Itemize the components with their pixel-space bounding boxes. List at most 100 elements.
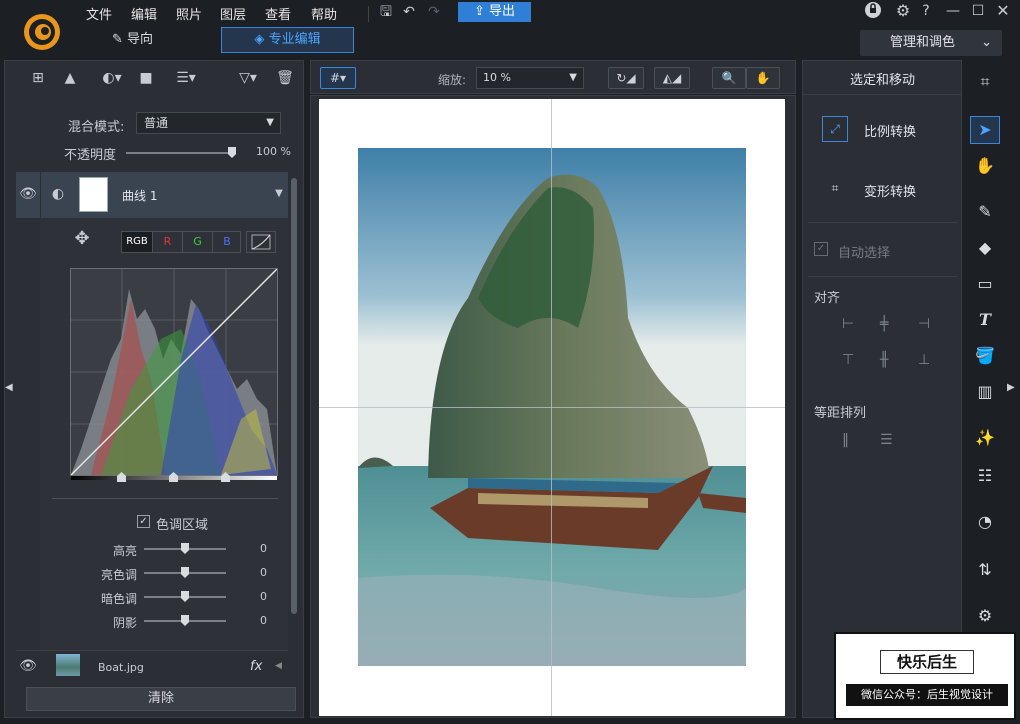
auto-select-checkbox[interactable]: ✓	[814, 242, 828, 256]
app-logo[interactable]	[22, 12, 62, 52]
redo-icon[interactable]: ↷	[424, 2, 444, 22]
crop-tool-icon[interactable]: ⌗	[966, 68, 1004, 96]
layer-expand-icon[interactable]: ▼	[272, 184, 286, 204]
distribute-horizontal-icon[interactable]: ‖	[842, 432, 849, 448]
align-right-icon[interactable]: ⊣	[918, 316, 930, 332]
adjust-layer-icon[interactable]: ◐▾	[98, 68, 126, 88]
tone-row-value: 0	[260, 590, 267, 603]
left-toolbar: ⊞ ▲ ◐▾ ■ ☰▾ ▽▾ 🗑	[16, 64, 306, 94]
tone-row-label: 亮色调	[100, 568, 137, 582]
filter-icon[interactable]: ▽▾	[234, 68, 262, 88]
eraser-tool-icon[interactable]: ◆	[966, 234, 1004, 262]
close-icon[interactable]: ✕	[993, 1, 1013, 21]
pro-edit-mode-tab[interactable]: ◈ 专业编辑	[221, 27, 354, 53]
deform-transform-icon: ⌗	[831, 181, 839, 195]
channel-rgb-tab[interactable]: RGB	[122, 232, 152, 252]
divider	[52, 498, 278, 499]
eye-icon[interactable]: 👁	[18, 184, 38, 204]
flip-button[interactable]: ◭◢	[654, 67, 690, 89]
panel-divider	[803, 94, 961, 95]
add-image-icon[interactable]: ▲	[58, 68, 82, 88]
select-tool-icon[interactable]: ➤	[970, 116, 1000, 144]
smart-brush-icon[interactable]: ✋	[966, 152, 1004, 180]
magic-wand-icon[interactable]: ✨	[966, 424, 1004, 452]
text-tool-icon[interactable]: T	[966, 306, 1004, 334]
image-layer-name: Boat.jpg	[98, 661, 144, 674]
fx-label[interactable]: fx	[250, 659, 262, 674]
channel-r-tab[interactable]: R	[152, 232, 182, 252]
wand-icon: ✎	[112, 32, 128, 47]
menu-view[interactable]: 查看	[265, 4, 291, 23]
align-top-icon[interactable]: ⊤	[842, 352, 854, 368]
rotate-button[interactable]: ↻◢	[608, 67, 644, 89]
brush-tool-icon[interactable]: ✎	[966, 198, 1004, 226]
fill-tool-icon[interactable]: 🪣	[966, 342, 1004, 370]
scale-transform-icon: ⤢	[822, 116, 848, 142]
dropdown-arrow-icon: ▼	[569, 72, 577, 83]
curve-layer-name: 曲线 1	[122, 189, 158, 203]
undo-icon[interactable]: ↶	[399, 2, 419, 22]
layer-order-icon[interactable]: ⇅	[966, 556, 1004, 584]
expand-right-icon[interactable]: ▶	[1007, 382, 1015, 393]
add-layer-icon[interactable]: ⊞	[26, 68, 50, 88]
adjust-sliders-icon[interactable]: ☷	[966, 462, 1004, 490]
settings-gear-icon[interactable]: ⚙	[966, 602, 1004, 630]
tone-row-label: 暗色调	[100, 592, 137, 606]
layer-list-icon[interactable]: ☰▾	[172, 68, 200, 88]
menu-photo[interactable]: 照片	[176, 4, 202, 23]
zoom-select[interactable]: 10 % ▼	[476, 67, 584, 89]
align-center-icon[interactable]: ╪	[880, 316, 888, 332]
layer-mask-thumbnail[interactable]	[79, 177, 108, 212]
menu-file[interactable]: 文件	[86, 4, 112, 23]
help-icon[interactable]: ?	[918, 1, 934, 21]
properties-panel	[802, 60, 962, 718]
layers-scrollbar[interactable]	[291, 178, 297, 614]
channel-g-tab[interactable]: G	[182, 232, 212, 252]
blend-mode-select[interactable]: 普通 ▼	[136, 112, 281, 134]
menu-help[interactable]: 帮助	[311, 4, 337, 23]
align-label: 对齐	[814, 291, 841, 306]
deform-transform-button[interactable]: ⌗ 变形转换	[822, 176, 952, 204]
save-icon[interactable]: 🖫	[376, 2, 396, 22]
scale-transform-button[interactable]: ⤢ 比例转换	[822, 116, 952, 144]
curve-preset-button[interactable]	[246, 231, 276, 253]
align-bottom-icon[interactable]: ⊥	[918, 352, 930, 368]
opacity-slider[interactable]	[126, 152, 236, 154]
distribute-vertical-icon[interactable]: ☰	[880, 432, 893, 448]
expand-arrow-icon[interactable]: ◀	[275, 661, 282, 671]
guide-mode-tab[interactable]: ✎ 导向	[112, 28, 202, 52]
channel-b-tab[interactable]: B	[212, 232, 241, 252]
account-icon[interactable]	[864, 1, 884, 19]
image-layer-thumbnail[interactable]	[56, 654, 80, 676]
color-adjust-icon[interactable]: ◔	[966, 508, 1004, 536]
panel-divider	[808, 276, 958, 277]
eye-icon[interactable]: 👁	[18, 656, 38, 676]
export-button[interactable]: ⇪ 导出	[458, 2, 531, 22]
opacity-value: 100 %	[256, 145, 291, 158]
manage-color-dropdown[interactable]: 管理和调色 ⌄	[860, 30, 1002, 56]
maximize-icon[interactable]: ☐	[968, 1, 988, 21]
menu-edit[interactable]: 编辑	[131, 4, 157, 23]
grid-toggle-button[interactable]: #▾	[320, 67, 356, 89]
shape-tool-icon[interactable]: ▭	[966, 270, 1004, 298]
curve-histogram	[71, 269, 277, 475]
settings-icon[interactable]: ⚙	[893, 1, 913, 21]
curve-graph[interactable]	[70, 268, 278, 476]
watermark-box	[834, 632, 1016, 720]
tone-region-checkbox[interactable]: ✓	[137, 515, 150, 528]
align-middle-icon[interactable]: ╫	[880, 352, 888, 368]
target-adjust-icon[interactable]: ✥	[70, 229, 94, 249]
minimize-icon[interactable]: —	[943, 1, 963, 21]
gradient-tool-icon[interactable]: ▥	[966, 378, 1004, 406]
mask-icon[interactable]: ■	[134, 68, 158, 88]
collapse-left-icon[interactable]: ◀	[5, 382, 13, 393]
align-left-icon[interactable]: ⊢	[842, 316, 854, 332]
trash-icon[interactable]: 🗑	[274, 68, 296, 88]
menu-layer[interactable]: 图层	[220, 4, 246, 23]
watermark-subtitle: 微信公众号：后生视觉设计	[846, 684, 1008, 706]
clear-button[interactable]: 清除	[26, 687, 296, 711]
tone-row-label: 高亮	[112, 544, 137, 558]
curve-preset-icon	[251, 234, 271, 250]
pan-tool-button[interactable]: ✋	[746, 67, 780, 89]
zoom-tool-button[interactable]: 🔍	[712, 67, 746, 89]
